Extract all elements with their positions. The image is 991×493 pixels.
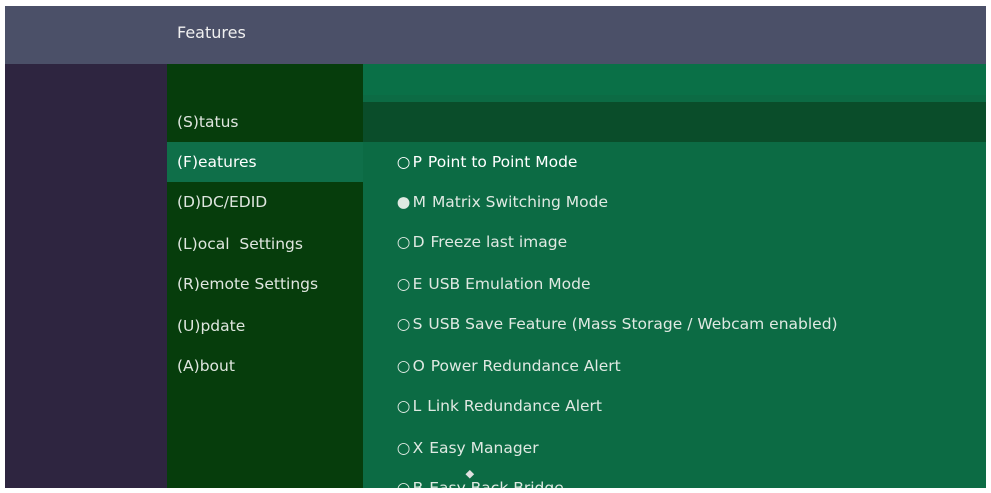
option-easy-manager[interactable]: ○ X Easy Manager	[363, 388, 986, 457]
option-link-redundance-alert[interactable]: ○ L Link Redundance Alert	[363, 346, 986, 415]
option-freeze-last-image[interactable]: ○ D Freeze last image	[363, 182, 986, 251]
option-easy-back-bridge[interactable]: ○ B Easy Back Bridge	[363, 428, 986, 488]
main-menu: (S)tatus (F)eatures (D)DC/EDID (L)ocal S…	[167, 64, 363, 488]
option-label: Easy Back Bridge	[429, 479, 564, 488]
menu-item-remote-settings[interactable]: (R)emote Settings	[167, 264, 363, 304]
option-point-to-point[interactable]: ○ P Point to Point Mode	[363, 102, 986, 171]
option-matrix-switching[interactable]: ● M Matrix Switching Mode	[363, 142, 986, 211]
option-usb-emulation[interactable]: ○ E USB Emulation Mode	[363, 224, 986, 293]
radio-icon: ○	[396, 479, 411, 488]
menu-item-features[interactable]: (F)eatures	[167, 142, 363, 182]
menu-item-ddc-edid[interactable]: (D)DC/EDID	[167, 182, 363, 222]
option-usb-save-feature[interactable]: ○ S USB Save Feature (Mass Storage / Webca…	[363, 264, 986, 333]
panel-header-band	[363, 64, 986, 95]
features-panel: ○ P Point to Point Mode ● M Matrix Switching…	[363, 64, 986, 488]
option-power-redundance-alert[interactable]: ○ O Power Redundance Alert	[363, 306, 986, 375]
menu-item-about[interactable]: (A)bout	[167, 346, 363, 386]
scroll-down-icon[interactable]: ⯁	[465, 468, 475, 483]
menu-item-status[interactable]: (S)tatus	[167, 102, 363, 142]
option-key: B	[412, 479, 424, 488]
menu-item-update[interactable]: (U)pdate	[167, 306, 363, 346]
title-bar: Features	[5, 6, 986, 64]
app-frame: Features (S)tatus (F)eatures (D)DC/EDID …	[5, 6, 986, 488]
page-title: Features	[177, 23, 246, 42]
menu-item-local-settings[interactable]: (L)ocal Settings	[167, 224, 363, 264]
